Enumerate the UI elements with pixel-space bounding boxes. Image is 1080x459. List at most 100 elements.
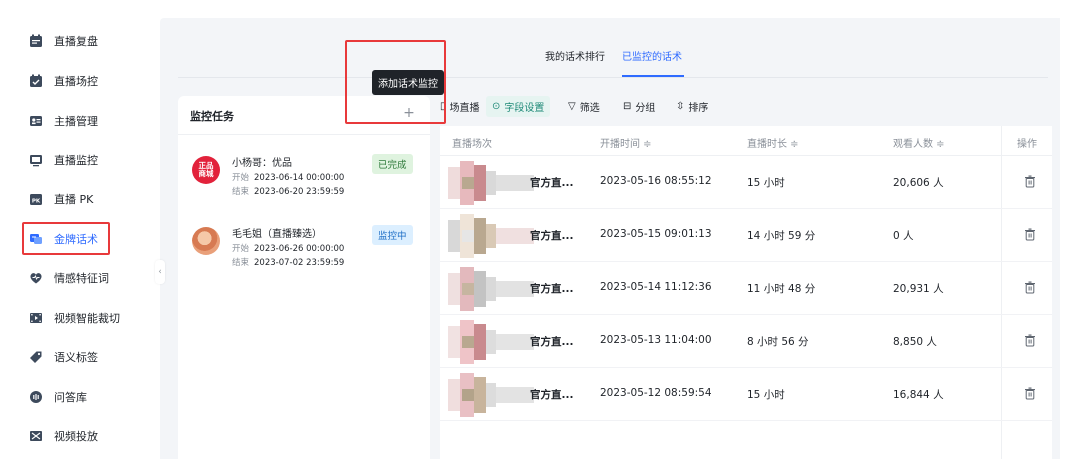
session-name: 官方直... bbox=[530, 177, 574, 189]
tab-my-script-ranking[interactable]: 我的话术排行 bbox=[545, 48, 605, 63]
delete-icon[interactable] bbox=[1024, 334, 1036, 347]
sidebar-item-emotion-words[interactable]: 情感特征词 bbox=[28, 263, 148, 293]
session-thumbnail bbox=[448, 267, 534, 311]
group-button[interactable]: ⊟ 分组 bbox=[623, 99, 655, 114]
sidebar-item-label: 视频投放 bbox=[54, 430, 98, 443]
duration: 15 小时 bbox=[747, 389, 785, 401]
sidebar-item-semantic-tags[interactable]: 语义标签 bbox=[28, 342, 148, 372]
duration: 8 小时 56 分 bbox=[747, 336, 809, 348]
calendar-icon bbox=[28, 33, 44, 49]
heart-icon bbox=[28, 270, 44, 286]
sidebar-item-video-delivery[interactable]: 视频投放 bbox=[28, 421, 148, 451]
sidebar-item-video-crop[interactable]: 视频智能裁切 bbox=[28, 303, 148, 333]
column-header-viewers[interactable]: 观看人数 ≑ bbox=[893, 135, 945, 150]
monitor-task-item[interactable]: 毛毛姐（直播臻选） 开始 2023-06-26 00:00:00 结束 2023-0… bbox=[190, 223, 426, 285]
viewer-count: 16,844 人 bbox=[893, 389, 944, 401]
start-time: 2023-05-13 11:04:00 bbox=[600, 334, 712, 346]
session-name: 官方直... bbox=[530, 283, 574, 295]
sidebar-highlight-box bbox=[22, 222, 110, 255]
settings-icon: ⊙ bbox=[492, 101, 501, 112]
sidebar-item-label: 语义标签 bbox=[54, 351, 98, 364]
monitor-task-title: 监控任务 bbox=[190, 110, 234, 123]
table-row[interactable]: 官方直... 2023-05-12 08:59:54 15 小时 16,844 人 bbox=[440, 368, 1052, 421]
collapse-sidebar-handle[interactable]: ‹ bbox=[155, 260, 165, 284]
field-settings-button[interactable]: ⊙ 字段设置 bbox=[486, 96, 551, 117]
delete-icon[interactable] bbox=[1024, 387, 1036, 400]
start-time: 2023-05-12 08:59:54 bbox=[600, 387, 712, 399]
column-header-start-time[interactable]: 开播时间 ≑ bbox=[600, 135, 652, 150]
session-name: 官方直... bbox=[530, 230, 574, 242]
session-thumbnail bbox=[448, 373, 534, 417]
sidebar-item-live-review[interactable]: 直播复盘 bbox=[28, 26, 148, 56]
viewer-count: 8,850 人 bbox=[893, 336, 937, 348]
sidebar-item-label: 主播管理 bbox=[54, 115, 98, 128]
calendar-check-icon bbox=[28, 73, 44, 89]
viewer-count: 20,931 人 bbox=[893, 283, 944, 295]
sort-icon: ⇳ bbox=[676, 101, 685, 112]
session-name: 官方直... bbox=[530, 389, 574, 401]
table-header: 直播场次 开播时间 ≑ 直播时长 ≑ 观看人数 ≑ 操作 bbox=[440, 126, 1052, 156]
sidebar-item-label: 问答库 bbox=[54, 391, 87, 404]
status-badge: 监控中 bbox=[372, 225, 413, 245]
task-end-time: 结束 2023-06-20 23:59:59 bbox=[232, 187, 345, 197]
monitor-task-item[interactable]: 正品 商城 小杨哥：优品 开始 2023-06-14 00:00:00 结束 2023… bbox=[190, 152, 426, 214]
group-icon: ⊟ bbox=[623, 101, 632, 112]
delete-icon[interactable] bbox=[1024, 281, 1036, 294]
sidebar-item-qa-library[interactable]: 问答库 bbox=[28, 382, 148, 412]
active-tab-indicator bbox=[622, 75, 684, 77]
viewer-count: 20,606 人 bbox=[893, 177, 944, 189]
live-session-table: 直播场次 开播时间 ≑ 直播时长 ≑ 观看人数 ≑ 操作 官方直... 2023-… bbox=[440, 126, 1052, 459]
sidebar-item-label: 视频智能裁切 bbox=[54, 312, 120, 325]
table-row[interactable]: 官方直... 2023-05-13 11:04:00 8 小时 56 分 8,850 … bbox=[440, 315, 1052, 368]
table-toolbar: ▯ 场直播 ⊙ 字段设置 ▽ 筛选 ⊟ 分组 ⇳ 排序 bbox=[440, 96, 1060, 122]
start-time: 2023-05-16 08:55:12 bbox=[600, 175, 712, 187]
task-start-time: 开始 2023-06-14 00:00:00 bbox=[232, 173, 345, 183]
session-thumbnail bbox=[448, 161, 534, 205]
divider bbox=[178, 134, 430, 135]
avatar: 正品 商城 bbox=[192, 156, 220, 184]
column-header-duration[interactable]: 直播时长 ≑ bbox=[747, 135, 799, 150]
avatar bbox=[192, 227, 220, 255]
tab-monitored-scripts[interactable]: 已监控的话术 bbox=[622, 48, 682, 63]
table-row[interactable]: 官方直... 2023-05-15 09:01:13 14 小时 59 分 0 人 bbox=[440, 209, 1052, 262]
filter-button[interactable]: ▽ 筛选 bbox=[568, 99, 600, 114]
monitor-task-panel: 监控任务 + 正品 商城 小杨哥：优品 开始 2023-06-14 00:00:00… bbox=[178, 96, 430, 459]
duration: 15 小时 bbox=[747, 177, 785, 189]
svg-text:PK: PK bbox=[32, 199, 41, 205]
tabs-bar: 我的话术排行 已监控的话术 bbox=[178, 40, 1048, 78]
id-card-icon bbox=[28, 113, 44, 129]
delete-icon[interactable] bbox=[1024, 175, 1036, 188]
session-name: 官方直... bbox=[530, 336, 574, 348]
sidebar-item-label: 直播场控 bbox=[54, 75, 98, 88]
qa-icon bbox=[28, 389, 44, 405]
sidebar-item-live-pk[interactable]: PK 直播 PK bbox=[28, 184, 148, 214]
video-delivery-icon bbox=[28, 428, 44, 444]
start-time: 2023-05-14 11:12:36 bbox=[600, 281, 712, 293]
sidebar-item-live-control[interactable]: 直播场控 bbox=[28, 66, 148, 96]
start-time: 2023-05-15 09:01:13 bbox=[600, 228, 712, 240]
column-header-session[interactable]: 直播场次 bbox=[452, 135, 492, 150]
sidebar-item-live-monitor[interactable]: 直播监控 bbox=[28, 145, 148, 175]
pk-icon: PK bbox=[28, 191, 44, 207]
table-row[interactable]: 官方直... 2023-05-16 08:55:12 15 小时 20,606 人 bbox=[440, 156, 1052, 209]
task-end-time: 结束 2023-07-02 23:59:59 bbox=[232, 258, 345, 268]
monitor-icon bbox=[28, 152, 44, 168]
sort-button[interactable]: ⇳ 排序 bbox=[676, 99, 708, 114]
sidebar-item-label: 直播复盘 bbox=[54, 35, 98, 48]
session-thumbnail bbox=[448, 320, 534, 364]
duration: 14 小时 59 分 bbox=[747, 230, 816, 242]
task-name: 小杨哥：优品 bbox=[232, 158, 292, 169]
sidebar-item-anchor-management[interactable]: 主播管理 bbox=[28, 106, 148, 136]
sidebar-item-label: 情感特征词 bbox=[54, 272, 109, 285]
tag-icon bbox=[28, 349, 44, 365]
delete-icon[interactable] bbox=[1024, 228, 1036, 241]
task-start-time: 开始 2023-06-26 00:00:00 bbox=[232, 244, 345, 254]
sidebar-item-label: 直播 PK bbox=[54, 193, 94, 206]
sidebar-item-label: 直播监控 bbox=[54, 154, 98, 167]
add-monitor-highlight-box bbox=[345, 40, 446, 124]
film-icon bbox=[28, 310, 44, 326]
table-row[interactable]: 官方直... 2023-05-14 11:12:36 11 小时 48 分 20,93… bbox=[440, 262, 1052, 315]
filter-icon: ▽ bbox=[568, 101, 576, 112]
session-thumbnail bbox=[448, 214, 534, 258]
column-header-actions: 操作 bbox=[1017, 139, 1037, 150]
